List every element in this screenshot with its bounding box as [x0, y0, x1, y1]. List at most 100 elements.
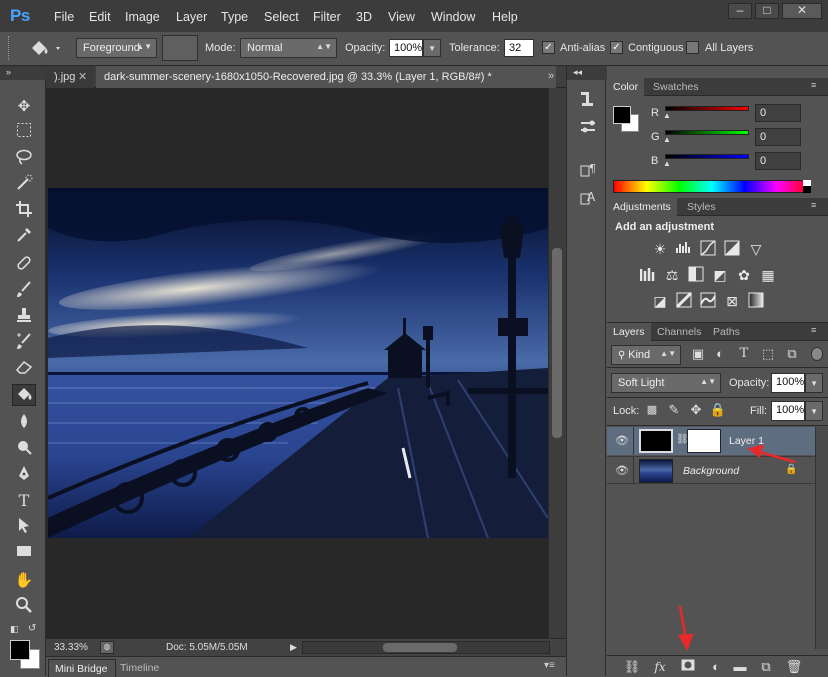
rectangle-tool-icon[interactable]: [12, 542, 36, 564]
healing-brush-tool-icon[interactable]: [12, 254, 36, 276]
lock-image-pixels-icon[interactable]: ✎: [665, 401, 683, 419]
pen-tool-icon[interactable]: [12, 464, 36, 486]
fill-input[interactable]: 100%: [771, 401, 805, 421]
link-layers-icon[interactable]: ⛓: [623, 658, 641, 676]
menu-layer[interactable]: Layer: [176, 10, 207, 24]
posterize-icon[interactable]: [675, 291, 693, 310]
horizontal-scroll-thumb[interactable]: [383, 643, 457, 652]
dock-header[interactable]: ◂◂: [567, 66, 607, 80]
all-layers-checkbox[interactable]: [686, 41, 699, 54]
document-tab-active[interactable]: dark-summer-scenery-1680x1050-Recovered.…: [96, 66, 556, 88]
tab-overflow-icon[interactable]: »: [548, 70, 554, 82]
selective-color-icon[interactable]: ⊠: [723, 292, 741, 310]
layer-opacity-input[interactable]: 100%: [771, 373, 805, 393]
zoom-level[interactable]: 33.33%: [54, 642, 88, 653]
horizontal-scrollbar[interactable]: [302, 641, 550, 654]
threshold-icon[interactable]: [699, 292, 717, 310]
brush-tool-icon[interactable]: [12, 280, 36, 302]
menu-file[interactable]: File: [54, 10, 74, 24]
eraser-tool-icon[interactable]: [12, 358, 36, 380]
invert-icon[interactable]: ◪: [651, 292, 669, 310]
panel-menu-icon[interactable]: ≡: [811, 80, 816, 90]
status-arrow-icon[interactable]: ▶: [290, 642, 297, 653]
close-tab-icon[interactable]: ✕: [78, 70, 87, 83]
panel-menu-icon[interactable]: ≡: [811, 325, 816, 335]
paint-bucket-tool-icon[interactable]: [12, 384, 36, 406]
panel-menu-icon[interactable]: ≡: [811, 200, 816, 210]
paragraph-panel-icon[interactable]: A: [577, 188, 599, 210]
layer-name[interactable]: Layer 1: [729, 435, 764, 447]
grip-handle[interactable]: [8, 36, 10, 60]
hand-tool-icon[interactable]: ✋: [12, 570, 36, 592]
fill-source-dropdown[interactable]: Foreground ▲▼: [76, 38, 157, 58]
quick-selection-tool-icon[interactable]: [12, 174, 36, 196]
swap-colors-icon[interactable]: ↺: [28, 623, 36, 634]
lock-transparent-pixels-icon[interactable]: ▩: [643, 401, 661, 419]
layer-row-background[interactable]: 👁 Background 🔒: [607, 456, 815, 485]
menu-filter[interactable]: Filter: [313, 10, 341, 24]
slider-thumb-icon[interactable]: ▲: [663, 135, 671, 144]
gradient-map-icon[interactable]: [747, 292, 765, 310]
layer-opacity-dropdown-button[interactable]: ▼: [805, 373, 823, 393]
menu-3d[interactable]: 3D: [356, 10, 372, 24]
tab-layers[interactable]: Layers: [607, 323, 651, 341]
opacity-input[interactable]: 100%: [389, 39, 423, 57]
vertical-scroll-thumb[interactable]: [552, 248, 562, 438]
add-layer-mask-icon[interactable]: [679, 658, 697, 676]
lock-position-icon[interactable]: ✥: [687, 401, 705, 419]
menu-window[interactable]: Window: [431, 10, 475, 24]
tab-paths[interactable]: Paths: [707, 323, 746, 341]
green-value-input[interactable]: 0: [755, 128, 801, 146]
type-tool-icon[interactable]: T: [12, 490, 36, 512]
menu-edit[interactable]: Edit: [89, 10, 111, 24]
black-white-icon[interactable]: [687, 266, 705, 284]
eyedropper-tool-icon[interactable]: [12, 226, 36, 248]
minimize-button[interactable]: –: [728, 3, 752, 19]
path-selection-tool-icon[interactable]: [12, 516, 36, 538]
zoom-tool-icon[interactable]: [12, 596, 36, 618]
lasso-tool-icon[interactable]: [12, 148, 36, 170]
timeline-tab[interactable]: Timeline: [120, 662, 159, 674]
blue-slider[interactable]: [665, 154, 749, 159]
tools-header[interactable]: »: [0, 66, 46, 80]
vibrance-icon[interactable]: ▽: [747, 240, 765, 258]
blur-tool-icon[interactable]: [12, 412, 36, 434]
close-button[interactable]: ✕: [782, 3, 822, 19]
brightness-contrast-icon[interactable]: ☀: [651, 240, 669, 258]
layer-name[interactable]: Background: [683, 465, 739, 477]
levels-icon[interactable]: [675, 240, 693, 258]
new-layer-icon[interactable]: ⧉: [757, 658, 775, 676]
filter-adjustment-icon[interactable]: ◐: [711, 345, 729, 363]
tolerance-input[interactable]: 32: [504, 39, 534, 57]
new-group-icon[interactable]: ▬: [731, 658, 749, 676]
maximize-button[interactable]: □: [755, 3, 779, 19]
pattern-picker[interactable]: [162, 35, 198, 61]
history-brush-tool-icon[interactable]: [12, 332, 36, 354]
color-spectrum-ramp[interactable]: [613, 180, 811, 193]
red-slider[interactable]: [665, 106, 749, 111]
color-balance-icon[interactable]: ⚖: [663, 266, 681, 284]
filter-smart-object-icon[interactable]: ⧉: [783, 345, 801, 363]
green-slider[interactable]: [665, 130, 749, 135]
layers-scrollbar[interactable]: [815, 427, 828, 649]
menu-select[interactable]: Select: [264, 10, 299, 24]
canvas-area[interactable]: [46, 88, 548, 638]
mode-dropdown[interactable]: Normal ▲▼: [240, 38, 337, 58]
brush-presets-icon[interactable]: [577, 118, 599, 140]
layer-thumbnail[interactable]: [639, 429, 673, 453]
status-menu-icon[interactable]: ◍: [100, 641, 114, 654]
fill-dropdown-button[interactable]: ▼: [805, 401, 823, 421]
antialias-checkbox[interactable]: ✓: [542, 41, 555, 54]
curves-icon[interactable]: [699, 240, 717, 258]
opacity-dropdown-button[interactable]: ▼: [423, 39, 441, 57]
delete-layer-icon[interactable]: 🗑: [785, 658, 803, 676]
eye-icon[interactable]: 👁: [615, 464, 629, 477]
black-chip[interactable]: [803, 186, 811, 193]
blue-value-input[interactable]: 0: [755, 152, 801, 170]
layer-style-fx-icon[interactable]: fx: [651, 658, 669, 676]
history-panel-icon[interactable]: [577, 90, 599, 112]
menu-image[interactable]: Image: [125, 10, 160, 24]
tab-color[interactable]: Color: [607, 78, 645, 96]
filter-toggle-switch[interactable]: [811, 347, 823, 361]
vertical-scrollbar[interactable]: [548, 88, 566, 638]
